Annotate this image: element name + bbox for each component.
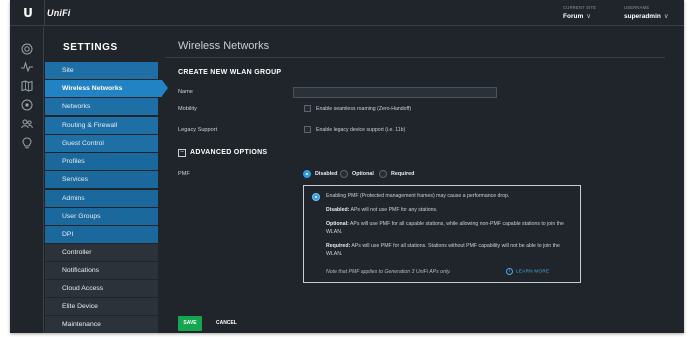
section-title-create-wlan-group: CREATE NEW WLAN GROUP xyxy=(178,69,282,76)
pmf-info-intro: Enabling PMF (Protected management frame… xyxy=(326,193,510,199)
pmf-disabled-label[interactable]: Disabled xyxy=(315,171,337,177)
sidebar-item-notifications[interactable]: Notifications xyxy=(45,262,158,279)
learn-more-label: LEARN MORE xyxy=(516,268,550,274)
sidebar-item-user-groups[interactable]: User Groups xyxy=(45,208,158,225)
brand-name: UniFi xyxy=(47,8,71,18)
insights-icon[interactable] xyxy=(21,137,33,149)
pmf-required-radio[interactable] xyxy=(379,170,387,178)
unifi-app-window: U UniFi CURRENT SITE Forum ∨ USERNAME sup… xyxy=(10,0,684,333)
pmf-info-optional: Optional: APs will use PMF for all capab… xyxy=(326,220,576,236)
dashboard-icon[interactable] xyxy=(21,43,33,55)
pmf-info-optional-term: Optional: xyxy=(326,221,349,227)
sidebar-item-wireless-networks[interactable]: Wireless Networks xyxy=(45,80,168,97)
cancel-button[interactable]: CANCEL xyxy=(216,316,237,331)
pmf-info-note: Note that PMF applies to Generation 3 Un… xyxy=(326,269,451,275)
sidebar-item-site[interactable]: Site xyxy=(45,62,158,79)
pmf-info-box: Enabling PMF (Protected management frame… xyxy=(303,185,581,283)
pmf-disabled-radio[interactable] xyxy=(303,170,311,178)
sidebar-item-routing-firewall[interactable]: Routing & Firewall xyxy=(45,117,158,134)
settings-title: SETTINGS xyxy=(63,42,118,53)
pmf-required-label[interactable]: Required xyxy=(391,171,414,177)
legacy-support-checkbox[interactable] xyxy=(304,126,311,133)
pmf-info-required-text: APs will use PMF for all stations. Stati… xyxy=(326,243,560,257)
title-divider xyxy=(165,57,665,58)
pmf-optional-label[interactable]: Optional xyxy=(352,171,374,177)
info-icon: i xyxy=(506,268,513,275)
wlan-group-name-input[interactable] xyxy=(293,87,497,98)
collapse-advanced-icon[interactable]: − xyxy=(178,149,186,157)
pmf-info-disabled-text: APs will not use PMF for any stations. xyxy=(350,207,438,213)
sidebar-item-guest-control[interactable]: Guest Control xyxy=(45,135,158,152)
sidebar-item-maintenance[interactable]: Maintenance xyxy=(45,316,158,333)
pmf-info-optional-text: APs will use PMF for all capable station… xyxy=(326,221,564,235)
advanced-options-title[interactable]: ADVANCED OPTIONS xyxy=(190,149,267,156)
seamless-roaming-label[interactable]: Enable seamless roaming (Zero-Handoff) xyxy=(316,106,411,112)
current-site-value: Forum ∨ xyxy=(563,12,596,20)
username-value: superadmin ∨ xyxy=(624,12,669,20)
top-bar-divider xyxy=(44,0,45,26)
info-radio-icon xyxy=(312,193,320,201)
legacy-support-option-label[interactable]: Enable legacy device support (i.e. 11b) xyxy=(316,127,405,133)
icon-rail xyxy=(10,27,44,333)
pmf-info-disabled: Disabled: APs will not use PMF for any s… xyxy=(326,206,576,214)
learn-more-link[interactable]: i LEARN MORE xyxy=(506,268,549,275)
pmf-label: PMF xyxy=(178,171,190,177)
chevron-down-icon: ∨ xyxy=(663,13,669,20)
current-site-caption: CURRENT SITE xyxy=(563,5,597,10)
sidebar-item-profiles[interactable]: Profiles xyxy=(45,153,158,170)
ubiquiti-logo-icon[interactable]: U xyxy=(19,4,37,22)
username-caption: USERNAME xyxy=(624,5,650,10)
username-name: superadmin xyxy=(624,13,661,20)
sidebar-item-controller[interactable]: Controller xyxy=(45,244,158,261)
chevron-down-icon: ∨ xyxy=(586,13,591,20)
devices-icon[interactable] xyxy=(21,99,33,111)
pmf-optional-radio[interactable] xyxy=(340,170,348,178)
pmf-info-required: Required: APs will use PMF for all stati… xyxy=(326,242,576,258)
sidebar-item-admins[interactable]: Admins xyxy=(45,190,158,207)
pmf-info-disabled-term: Disabled: xyxy=(326,207,350,213)
clients-icon[interactable] xyxy=(21,118,33,130)
save-button[interactable]: SAVE xyxy=(178,316,202,331)
sidebar-item-services[interactable]: Services xyxy=(45,171,158,188)
pmf-info-required-term: Required: xyxy=(326,243,351,249)
page-title: Wireless Networks xyxy=(178,40,270,52)
mobility-label: Mobility xyxy=(178,106,197,112)
seamless-roaming-checkbox[interactable] xyxy=(304,105,311,112)
current-site-name: Forum xyxy=(563,13,584,20)
sidebar-item-elite-device[interactable]: Elite Device xyxy=(45,298,158,315)
statistics-icon[interactable] xyxy=(21,61,33,73)
user-menu[interactable]: USERNAME superadmin ∨ xyxy=(624,5,669,20)
legacy-support-label: Legacy Support xyxy=(178,127,218,133)
sidebar-item-dpi[interactable]: DPI xyxy=(45,226,158,243)
top-bar: U UniFi CURRENT SITE Forum ∨ USERNAME sup… xyxy=(10,0,684,26)
map-icon[interactable] xyxy=(21,80,33,92)
name-label: Name xyxy=(178,89,193,95)
sidebar-item-networks[interactable]: Networks xyxy=(45,98,158,115)
current-site-selector[interactable]: CURRENT SITE Forum ∨ xyxy=(563,5,596,20)
sidebar-item-cloud-access[interactable]: Cloud Access xyxy=(45,280,158,297)
